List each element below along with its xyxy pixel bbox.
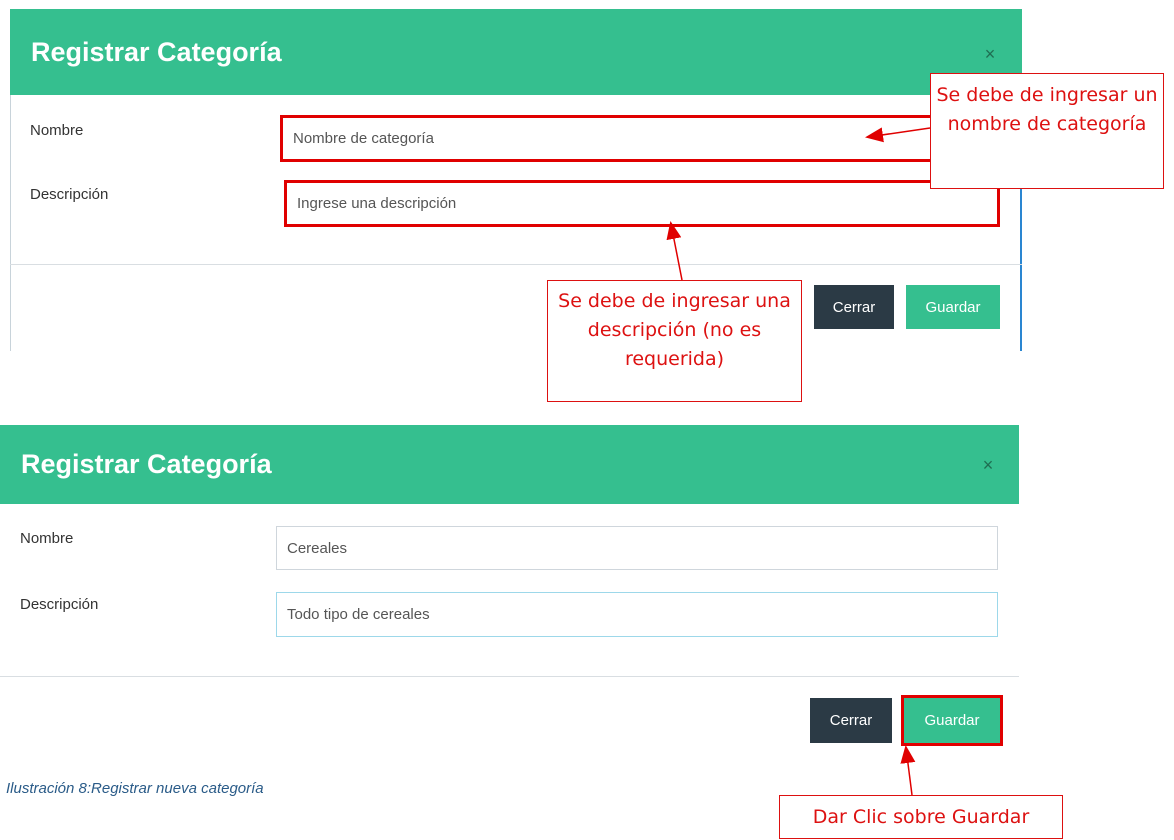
callout-guardar: Dar Clic sobre Guardar <box>779 795 1063 839</box>
modal-bottom-nombre-input[interactable] <box>276 526 998 570</box>
callout-descripcion: Se debe de ingresar una descripción (no … <box>547 280 802 402</box>
arrow-to-guardar <box>900 745 916 796</box>
modal-bottom-descripcion-label: Descripción <box>20 596 99 613</box>
modal-bottom-guardar-highlight <box>901 695 1003 746</box>
callout-guardar-text: Dar Clic sobre Guardar <box>812 806 1030 828</box>
modal-top-descripcion-highlight <box>284 180 1000 227</box>
callout-nombre-text: Se debe de ingresar un nombre de categor… <box>936 84 1158 135</box>
modal-bottom-title: Registrar Categoría <box>21 449 272 479</box>
modal-top-nombre-highlight <box>280 115 1002 162</box>
modal-bottom-footer-divider <box>0 676 1019 677</box>
modal-bottom-cerrar-button[interactable]: Cerrar <box>810 698 892 743</box>
modal-top-title: Registrar Categoría <box>31 36 282 67</box>
callout-descripcion-text: Se debe de ingresar una descripción (no … <box>558 290 791 370</box>
modal-bottom-close-icon[interactable]: × <box>978 455 998 475</box>
modal-top-descripcion-label: Descripción <box>30 186 109 203</box>
modal-bottom-nombre-label: Nombre <box>20 530 74 547</box>
modal-top-footer-divider <box>10 264 1022 265</box>
callout-nombre: Se debe de ingresar un nombre de categor… <box>930 73 1164 189</box>
modal-bottom-header: Registrar Categoría <box>0 425 1019 504</box>
modal-top-close-icon[interactable]: × <box>980 44 1000 64</box>
figure-caption: Ilustración 8:Registrar nueva categoría <box>6 780 264 797</box>
modal-top-nombre-label: Nombre <box>30 122 84 139</box>
modal-top-cerrar-button[interactable]: Cerrar <box>814 285 894 329</box>
modal-top-guardar-button[interactable]: Guardar <box>906 285 1000 329</box>
modal-top-header: Registrar Categoría <box>10 9 1022 95</box>
modal-bottom-descripcion-input[interactable] <box>276 592 998 637</box>
